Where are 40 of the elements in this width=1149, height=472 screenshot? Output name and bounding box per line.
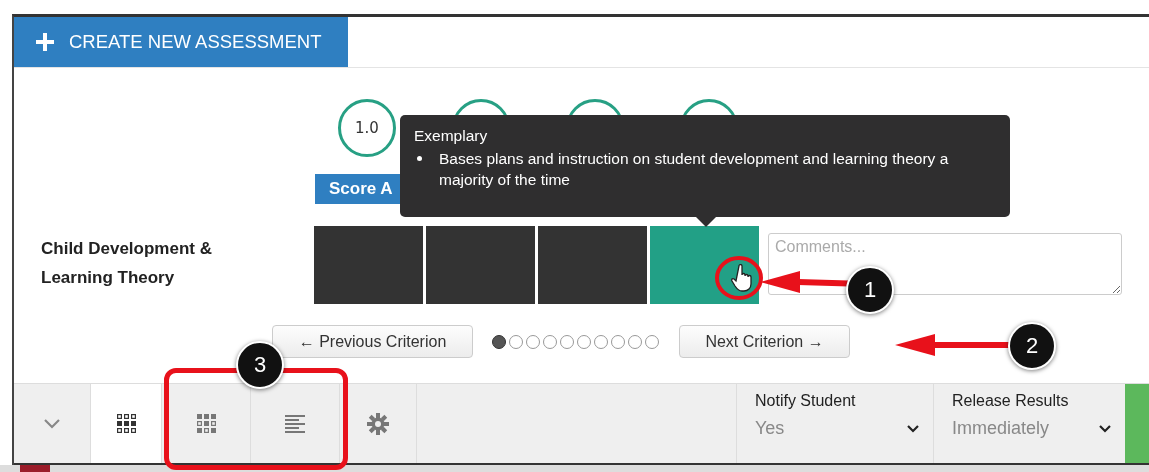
rating-cell[interactable] [650, 226, 759, 304]
chevron-down-icon [44, 418, 60, 429]
page-dot[interactable] [526, 334, 540, 349]
page-dot[interactable] [628, 334, 642, 349]
settings-icon [367, 412, 389, 435]
page-dot[interactable] [645, 334, 659, 349]
step-number: 1 [846, 266, 894, 314]
highlight-ring [714, 255, 764, 301]
rating-cell[interactable] [314, 226, 423, 304]
rating-cell[interactable] [538, 226, 647, 304]
plus-icon [36, 33, 54, 51]
page-dot[interactable] [594, 334, 608, 349]
page-dot[interactable] [509, 334, 523, 349]
view-tab[interactable] [91, 384, 162, 463]
bullet-icon [417, 156, 422, 161]
rating-cell[interactable] [426, 226, 535, 304]
grid-icon [196, 414, 216, 433]
tooltip-text: Bases plans and instruction on student development and learning theory a majority of the time [439, 149, 950, 190]
select-label: Notify Student [755, 392, 857, 411]
select-label: Release Results [952, 392, 1070, 411]
page-dot[interactable] [611, 334, 625, 349]
step-number: 3 [236, 341, 284, 389]
list-lines-icon [285, 414, 305, 433]
hand-cursor-icon [731, 264, 755, 292]
score-circle[interactable]: 1.0 [338, 99, 396, 157]
criterion-name: Child Development & Learning Theory [40, 238, 213, 289]
dropdown[interactable]: Immediately [952, 418, 1125, 439]
tooltip-title: Exemplary [414, 127, 489, 145]
page-dot[interactable] [492, 334, 506, 349]
previous-criterion-button[interactable]: ← Previous Criterion [272, 325, 473, 358]
page-dot[interactable] [577, 334, 591, 349]
chevron-down-icon [1099, 424, 1111, 433]
create-assessment-button[interactable]: CREATE NEW ASSESSMENT [14, 17, 348, 67]
chevron-down-icon [907, 424, 919, 433]
next-criterion-button[interactable]: Next Criterion → [679, 325, 850, 358]
page-dot[interactable] [543, 334, 557, 349]
page-dot[interactable] [560, 334, 574, 349]
step-number: 2 [1008, 322, 1056, 370]
dropdown[interactable]: Yes [755, 418, 933, 439]
grid-icon [116, 414, 136, 433]
